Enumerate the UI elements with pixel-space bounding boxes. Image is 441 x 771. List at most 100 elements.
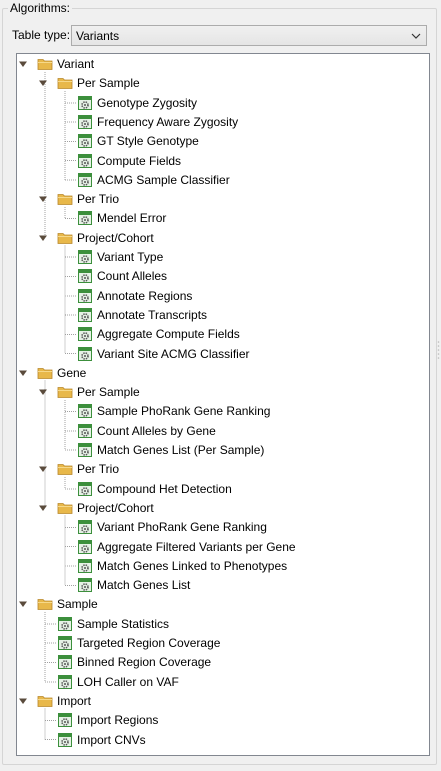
expander-toggle[interactable] (38, 194, 48, 204)
tree-item-aggregate-compute-fields[interactable]: Aggregate Compute Fields (58, 325, 240, 344)
gear-table-icon (78, 443, 92, 457)
tree-folder-gene[interactable]: Gene (18, 363, 86, 382)
tree-node-label: Variant Site ACMG Classifier (97, 346, 250, 361)
folder-icon (57, 232, 73, 244)
tree-item-gt-style-genotype[interactable]: GT Style Genotype (58, 132, 199, 151)
triangle-down-icon[interactable] (38, 194, 48, 204)
tree-node-label: Per Sample (77, 76, 140, 91)
tree-folder-sample[interactable]: Sample (18, 595, 98, 614)
tree-item-match-genes-list-per-sample[interactable]: Match Genes List (Per Sample) (58, 441, 264, 460)
tree-node-label: Match Genes Linked to Phenotypes (97, 558, 288, 573)
tree-node-label: Mendel Error (97, 211, 167, 226)
triangle-down-icon[interactable] (38, 464, 48, 474)
tree-folder-per-trio[interactable]: Per Trio (38, 460, 119, 479)
tree-item-targeted-region-coverage[interactable]: Targeted Region Coverage (38, 634, 220, 653)
tree-node-label: Binned Region Coverage (77, 655, 212, 670)
expander-toggle[interactable] (18, 599, 28, 609)
tree-item-count-alleles[interactable]: Count Alleles (58, 267, 167, 286)
tree-item-compute-fields[interactable]: Compute Fields (58, 151, 181, 170)
tree-folder-project-cohort[interactable]: Project/Cohort (38, 228, 154, 247)
folder-icon (37, 367, 53, 379)
triangle-down-icon[interactable] (38, 387, 48, 397)
gear-table-icon (78, 423, 92, 438)
tree-node-label: Compute Fields (97, 153, 182, 168)
tree-item-import-cnvs[interactable]: Import CNVs (38, 730, 146, 749)
gear-table-icon (58, 732, 72, 747)
gear-table-icon (58, 655, 72, 670)
tree-node-label: Aggregate Compute Fields (97, 327, 240, 342)
tree-item-variant-type[interactable]: Variant Type (58, 248, 163, 267)
tree-item-annotate-regions[interactable]: Annotate Regions (58, 286, 192, 305)
tree-item-count-alleles-by-gene[interactable]: Count Alleles by Gene (58, 421, 216, 440)
tree-folder-project-cohort[interactable]: Project/Cohort (38, 498, 154, 517)
triangle-down-icon[interactable] (38, 503, 48, 513)
tree-item-genotype-zygosity[interactable]: Genotype Zygosity (58, 93, 197, 112)
triangle-down-icon[interactable] (38, 78, 48, 88)
table-type-label: Table type: (12, 28, 71, 42)
tree-node-label: Frequency Aware Zygosity (97, 114, 239, 129)
tree-folder-per-sample[interactable]: Per Sample (38, 74, 140, 93)
tree-item-frequency-aware-zygosity[interactable]: Frequency Aware Zygosity (58, 112, 238, 131)
tree-item-match-genes-list[interactable]: Match Genes List (58, 576, 190, 595)
table-type-select[interactable]: Variants (71, 25, 427, 46)
expander-toggle[interactable] (38, 464, 48, 474)
tree-folder-per-trio[interactable]: Per Trio (38, 190, 119, 209)
tree-item-import-regions[interactable]: Import Regions (38, 711, 158, 730)
gear-table-icon (78, 211, 92, 226)
gear-table-icon (78, 578, 92, 593)
tree-node-label: Import Regions (77, 713, 159, 728)
algorithms-group-title: Algorithms: (8, 1, 73, 15)
tree-item-acmg-sample-classifier[interactable]: ACMG Sample Classifier (58, 170, 230, 189)
tree-item-binned-region-coverage[interactable]: Binned Region Coverage (38, 653, 211, 672)
tree-item-sample-statistics[interactable]: Sample Statistics (38, 614, 169, 633)
expander-toggle[interactable] (18, 696, 28, 706)
tree-item-match-genes-linked-to-phenotypes[interactable]: Match Genes Linked to Phenotypes (58, 556, 287, 575)
tree-item-aggregate-filtered-variants-per-gene[interactable]: Aggregate Filtered Variants per Gene (58, 537, 296, 556)
tree-node-label: Project/Cohort (77, 500, 154, 515)
triangle-down-icon[interactable] (18, 696, 28, 706)
tree-node-label: Match Genes List (Per Sample) (97, 443, 265, 457)
resize-grip[interactable] (437, 340, 440, 360)
triangle-down-icon[interactable] (38, 233, 48, 243)
tree-item-compound-het-detection[interactable]: Compound Het Detection (58, 479, 232, 498)
tree-node-label: Sample (57, 597, 98, 612)
table-type-value: Variants (76, 29, 120, 43)
expander-toggle[interactable] (38, 503, 48, 513)
tree-item-sample-phorank-gene-ranking[interactable]: Sample PhoRank Gene Ranking (58, 402, 270, 421)
tree-item-variant-phorank-gene-ranking[interactable]: Variant PhoRank Gene Ranking (58, 518, 267, 537)
triangle-down-icon[interactable] (18, 59, 28, 69)
triangle-down-icon[interactable] (18, 599, 28, 609)
gear-table-icon (78, 250, 92, 264)
tree-node-label: Import (57, 693, 92, 708)
algorithm-tree[interactable]: Variant Per Sample Genotype Zygosity Freque… (16, 53, 430, 756)
tree-item-annotate-transcripts[interactable]: Annotate Transcripts (58, 305, 207, 324)
tree-node-label: GT Style Genotype (97, 134, 199, 149)
gear-table-icon (58, 713, 72, 728)
expander-toggle[interactable] (18, 368, 28, 378)
tree-folder-per-sample[interactable]: Per Sample (38, 383, 140, 402)
folder-icon (57, 502, 73, 514)
tree-node-label: Project/Cohort (77, 230, 154, 245)
tree-item-variant-site-acmg-classifier[interactable]: Variant Site ACMG Classifier (58, 344, 250, 363)
tree-node-label: Annotate Transcripts (97, 307, 208, 322)
tree-folder-import[interactable]: Import (18, 691, 91, 710)
tree-item-mendel-error[interactable]: Mendel Error (58, 209, 166, 228)
expander-toggle[interactable] (38, 387, 48, 397)
expander-toggle[interactable] (18, 59, 28, 69)
triangle-down-icon[interactable] (18, 368, 28, 378)
expander-toggle[interactable] (38, 233, 48, 243)
tree-folder-variant[interactable]: Variant (18, 55, 94, 74)
tree-node-label: LOH Caller on VAF (77, 674, 179, 689)
gear-table-icon (78, 134, 92, 149)
expander-toggle[interactable] (38, 78, 48, 88)
tree-item-loh-caller-on-vaf[interactable]: LOH Caller on VAF (38, 672, 179, 691)
